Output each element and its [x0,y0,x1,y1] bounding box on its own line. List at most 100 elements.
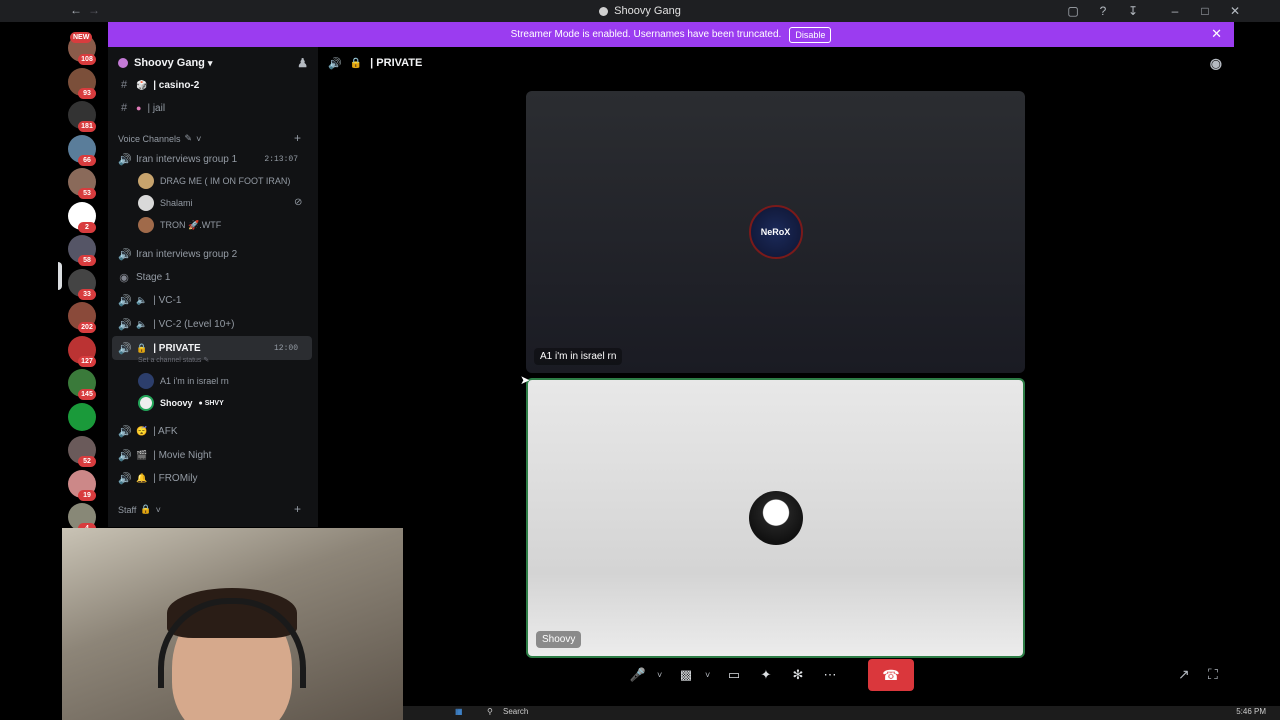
fullscreen-icon[interactable]: ⛶ [1208,666,1218,683]
disable-button[interactable]: Disable [789,26,832,43]
speaker-icon: 🔊 [118,342,132,355]
popout-icon[interactable]: ↗ [1178,666,1190,683]
add-channel-icon[interactable]: + [294,131,301,145]
participant-name: Shoovy [536,631,582,648]
channel-jail[interactable]: # ● | jail [112,97,312,119]
speaker-icon: 🔊 [328,57,342,70]
voice-user[interactable]: Shalami [138,193,193,213]
speaker-icon: 🔊 [118,425,132,438]
speaker-icon: 🔊 [118,248,132,261]
unread-badge: 58 [78,255,96,266]
user-name: Shalami [160,198,193,208]
elapsed-time: 2:13:07 [264,154,298,164]
user-name: DRAG ME ( IM ON FOOT IRAN) [160,176,291,186]
emoji-icon: 🔔 [136,472,148,483]
help-icon[interactable]: ? [1088,2,1118,20]
channel-sidebar: Shoovy Gang ▾ ♟ # 🎲 | casino-2 # ● | jai… [108,47,318,527]
voice-channel-movie[interactable]: 🔊 🎬 | Movie Night [112,444,312,466]
more-options-icon[interactable]: ⋯ [817,662,843,688]
forward-arrow-icon[interactable]: → [88,3,100,17]
unread-badge: 53 [78,188,96,199]
clock: 5:46 PM [1236,707,1266,716]
screen-share-icon[interactable]: ▭ [721,662,747,688]
disconnect-button[interactable]: ☎ [868,659,914,691]
voice-user[interactable]: TRON 🚀.WTF [138,215,221,235]
voice-category[interactable]: Voice Channels ✎ ˅ [118,133,201,144]
add-member-icon[interactable]: ♟ [297,56,308,70]
stage-icon: ◉ [119,271,129,284]
stage-channel[interactable]: ◉ Stage 1 [112,266,312,288]
voice-user[interactable]: DRAG ME ( IM ON FOOT IRAN) [138,171,290,191]
camera-off-icon[interactable]: ▩ [673,662,699,688]
add-channel-icon[interactable]: + [294,502,301,516]
video-tile-shoovy[interactable]: Shoovy [526,378,1025,658]
channel-label: | casino-2 [153,79,200,91]
close-banner-icon[interactable]: ✕ [1211,26,1222,42]
avatar-text: NeRoX [760,227,791,237]
guild-icon [118,58,128,68]
clan-tag-text: SHVY [204,399,224,407]
user-name: TRON 🚀.WTF [160,219,222,230]
voice-channel-vc2[interactable]: 🔊 🔈 | VC-2 (Level 10+) [112,313,312,335]
chevron-down-icon[interactable]: ˅ [657,670,667,680]
user-name: A1 i'm in israel rn [160,376,229,386]
soundboard-icon[interactable]: ✻ [785,662,811,688]
guild-name: Shoovy Gang [134,57,205,69]
minimize-icon[interactable]: – [1160,2,1190,20]
hashtag-icon: # [120,79,128,91]
chevron-down-icon: ▾ [207,57,213,68]
microphone-icon[interactable]: 🎤 [625,662,651,688]
close-window-icon[interactable]: ✕ [1220,2,1250,20]
hang-up-icon: ☎ [882,666,900,683]
unread-badge: 93 [78,87,96,99]
chevron-down-icon: ˅ [196,133,202,144]
chat-icon[interactable]: ◉ [1210,55,1222,72]
unread-badge: 127 [78,355,96,367]
search-icon[interactable]: ⚲ [487,707,493,716]
lock-icon: 🔒 [349,57,363,69]
banner-text: Streamer Mode is enabled. Usernames have… [510,29,782,40]
shoovy-avatar [748,491,803,545]
staff-category[interactable]: Staff 🔒 ˅ [118,504,161,515]
voice-user[interactable]: A1 i'm in israel rn [138,371,229,391]
os-taskbar: ▦ ⚲ Search 5:46 PM [403,706,1280,720]
lock-icon: 🔒 [140,504,152,514]
taskbar-search[interactable]: Search [503,707,528,716]
inbox-icon[interactable]: ▢ [1058,2,1088,20]
channel-casino-2[interactable]: # 🎲 | casino-2 [112,74,312,96]
maximize-icon[interactable]: □ [1190,2,1220,20]
muted-icon: ⊘ [294,197,303,208]
windows-start-icon[interactable]: ▦ [455,707,463,716]
chevron-down-icon[interactable]: ˅ [705,670,715,680]
server-icon[interactable] [68,402,96,431]
channel-title: | PRIVATE [370,57,423,69]
emoji-icon: 🔈 [136,318,148,329]
user-name: Shoovy [160,398,193,408]
emoji-icon: ● [136,103,142,113]
speaker-icon: 🔊 [118,153,132,166]
participant-name: A1 i'm in israel rn [534,348,623,365]
channel-label: | jail [147,102,166,114]
voice-channel-fromily[interactable]: 🔊 🔔 | FROMily [112,467,312,489]
video-tile-a1[interactable]: NeRoX A1 i'm in israel rn [526,91,1025,373]
voice-user[interactable]: Shoovy ● SHVY [138,393,224,413]
emoji-icon: 😴 [136,425,148,436]
back-arrow-icon[interactable]: ← [70,3,82,17]
window-title-text: Shoovy Gang [614,5,681,17]
download-icon[interactable]: ↧ [1118,2,1148,20]
mouse-cursor-icon: ➤ [520,373,531,387]
channel-label: | FROMily [153,472,198,484]
voice-channel-vc1[interactable]: 🔊 🔈 | VC-1 [112,289,312,311]
voice-channel-iran-1[interactable]: 🔊 Iran interviews group 1 2:13:07 [112,148,312,170]
emoji-icon: 🔈 [136,294,148,305]
voice-channel-afk[interactable]: 🔊 😴 | AFK [112,420,312,442]
channel-status[interactable]: Set a channel status ✎ [138,356,209,364]
speaker-icon: 🔊 [118,318,132,331]
channel-label: | Movie Night [153,449,212,461]
voice-channel-iran-2[interactable]: 🔊 Iran interviews group 2 [112,243,312,265]
status-text: Set a channel status [138,357,202,364]
server-icon [599,6,609,16]
window-titlebar: ← → Shoovy Gang ▢ ? ↧ – □ ✕ [0,0,1280,22]
activities-icon[interactable]: ✦ [753,662,779,688]
unread-badge: 66 [78,154,96,166]
